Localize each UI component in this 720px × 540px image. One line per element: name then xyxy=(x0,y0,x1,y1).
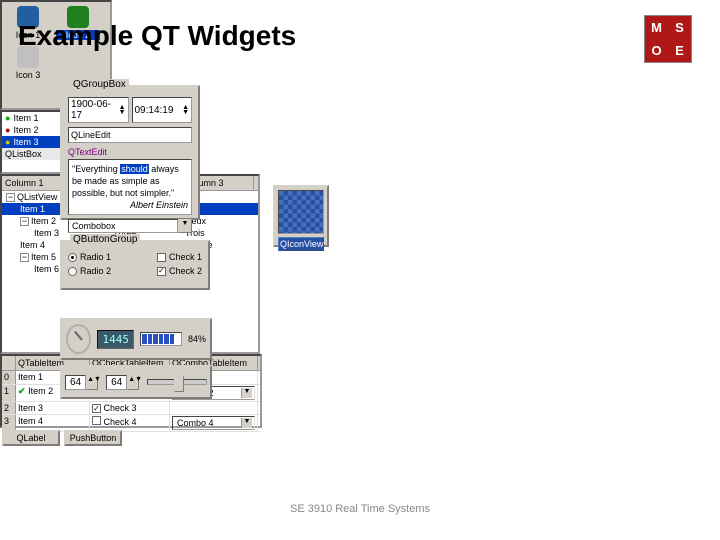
stepper-arrows-icon[interactable]: ▲▼ xyxy=(182,105,189,115)
progress-pct: 84% xyxy=(188,334,206,344)
buttons-panel: QLabel PushButton xyxy=(0,428,124,448)
time-input[interactable]: 09:14:19 ▲▼ xyxy=(132,97,193,123)
cell-label: Item 2 xyxy=(28,386,53,396)
tree-cell: Item 6 xyxy=(34,264,59,274)
list-item-label: Item 1 xyxy=(13,113,38,123)
progress-bar xyxy=(140,332,182,346)
combo-cell[interactable] xyxy=(170,402,258,414)
slider[interactable] xyxy=(147,379,207,385)
icon-label: Icon 3 xyxy=(6,70,50,80)
knobs-panel: 64▲▼ 64▲▼ xyxy=(60,365,212,399)
dial-widget[interactable] xyxy=(66,324,91,354)
spinbox-1[interactable]: 64▲▼ xyxy=(65,375,98,390)
list-item-label: QListBox xyxy=(5,149,42,159)
tree-cell: Item 2 xyxy=(31,216,56,226)
radio-2[interactable]: Radio 2 xyxy=(68,266,111,276)
combobox[interactable]: Combobox ▼ xyxy=(68,219,192,233)
combobox-value: Combobox xyxy=(68,219,178,233)
table-corner xyxy=(2,356,16,370)
slide-title: Example QT Widgets xyxy=(18,20,296,52)
combo-value: Combo 4 xyxy=(175,418,241,428)
checkbox-icon: ✓ xyxy=(157,267,166,276)
row-num: 1 xyxy=(2,385,16,401)
radio-1[interactable]: Radio 1 xyxy=(68,252,111,262)
spin-value: 64 xyxy=(65,375,86,390)
row-num: 3 xyxy=(2,415,16,431)
tree-cell: QListView xyxy=(17,192,57,202)
text-edit-label: QTextEdit xyxy=(68,147,192,157)
date-value: 1900-06-17 xyxy=(71,99,119,121)
radio-icon xyxy=(68,253,77,262)
footer: SE 3910 Real Time Systems xyxy=(0,503,720,515)
groupbox-title: QGroupBox xyxy=(70,79,129,90)
stepper-arrows-icon[interactable]: ▲▼ xyxy=(127,375,139,390)
push-button[interactable]: PushButton xyxy=(64,430,122,446)
check-2[interactable]: ✓Check 2 xyxy=(157,266,202,276)
green-dot-icon: ● xyxy=(5,113,10,123)
table-cell[interactable]: Item 4 xyxy=(16,415,90,431)
tree-cell: Item 5 xyxy=(31,252,56,262)
stepper-arrows-icon[interactable]: ▲▼ xyxy=(86,375,98,390)
check-label: Check 3 xyxy=(104,403,137,413)
checkbox-icon xyxy=(92,416,101,425)
red-dot-icon: ● xyxy=(5,125,10,135)
iconview-button[interactable]: QIconView xyxy=(278,237,324,251)
radio-1-label: Radio 1 xyxy=(80,252,111,262)
collapse-icon[interactable]: − xyxy=(20,253,29,262)
check-1[interactable]: Check 1 xyxy=(157,252,202,262)
table-row[interactable]: 2Item 3✓ Check 3 xyxy=(2,402,260,415)
gauges-panel: 1445 84% xyxy=(60,318,212,360)
check-1-label: Check 1 xyxy=(169,252,202,262)
list-item-label: Item 3 xyxy=(13,137,38,147)
line-edit[interactable]: QLineEdit xyxy=(68,127,192,143)
text-pre: "Everything xyxy=(72,164,118,174)
row-num: 2 xyxy=(2,402,16,414)
checker-canvas xyxy=(278,190,324,234)
logo-letter: S xyxy=(668,16,691,39)
row-num: 0 xyxy=(2,371,16,384)
groupbox-panel: QGroupBox 1900-06-17▲▼ 09:14:19▲▼ QLineE… xyxy=(60,85,200,220)
tree-cell: Trois xyxy=(182,227,254,239)
logo-letter: M xyxy=(645,16,668,39)
spinbox-2[interactable]: 64▲▼ xyxy=(106,375,139,390)
date-input[interactable]: 1900-06-17▲▼ xyxy=(68,97,129,123)
iconview-label-panel: QIconView xyxy=(273,185,329,247)
msoe-logo: M S O E xyxy=(644,15,692,63)
tree-cell: Item 4 xyxy=(20,240,45,250)
collapse-icon[interactable]: − xyxy=(6,193,15,202)
tree-cell: Item 3 xyxy=(34,228,59,238)
chevron-down-icon[interactable]: ▼ xyxy=(241,388,252,398)
text-edit[interactable]: "Everything should always be made as sim… xyxy=(68,159,192,215)
radio-icon xyxy=(68,267,77,276)
checkbox-icon xyxy=(157,253,166,262)
collapse-icon[interactable]: − xyxy=(20,217,29,226)
check-label: Check 4 xyxy=(104,417,137,427)
lcd-display: 1445 xyxy=(97,330,134,349)
buttongroup-title: QButtonGroup xyxy=(70,234,140,245)
check-cell[interactable]: ✓ Check 3 xyxy=(90,402,170,414)
chevron-down-icon[interactable]: ▼ xyxy=(178,219,192,233)
radio-2-label: Radio 2 xyxy=(80,266,111,276)
text-attribution: Albert Einstein xyxy=(72,199,188,211)
spin-value: 64 xyxy=(106,375,127,390)
check-cell[interactable]: Check 4 xyxy=(90,415,170,431)
buttongroup-panel: QButtonGroup Radio 1 Check 1 Radio 2 ✓Ch… xyxy=(60,240,210,290)
table-cell[interactable]: Item 3 xyxy=(16,402,90,414)
check-2-label: Check 2 xyxy=(169,266,202,276)
tree-cell: Item 1 xyxy=(20,204,45,214)
logo-letter: E xyxy=(668,39,691,62)
yellow-dot-icon: ● xyxy=(5,137,10,147)
label-widget: QLabel xyxy=(2,430,60,446)
chevron-down-icon[interactable]: ▼ xyxy=(241,418,252,428)
stepper-arrows-icon[interactable]: ▲▼ xyxy=(119,105,126,115)
time-value: 09:14:19 xyxy=(135,105,174,116)
check-icon: ✔ xyxy=(18,386,26,396)
list-item-label: Item 2 xyxy=(13,125,38,135)
checkbox-icon: ✓ xyxy=(92,404,101,413)
combo-cell[interactable]: Combo 4▼ xyxy=(170,415,258,431)
logo-letter: O xyxy=(645,39,668,62)
text-selection: should xyxy=(120,164,149,174)
